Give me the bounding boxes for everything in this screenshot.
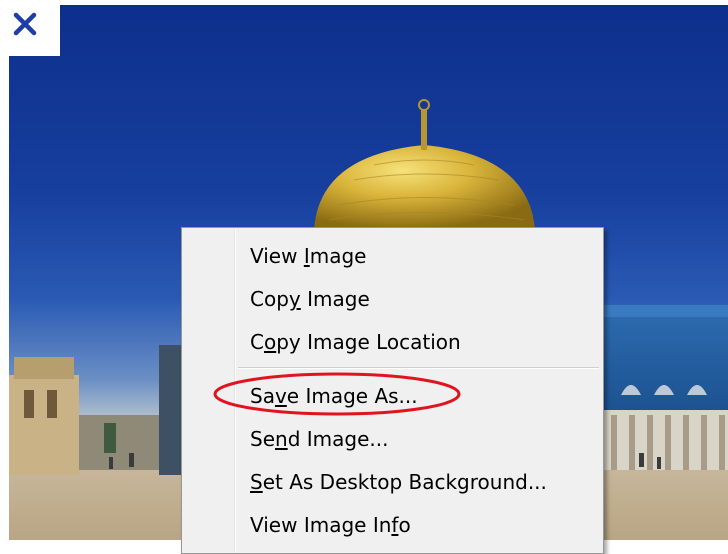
- menu-item-copy-image[interactable]: Copy Image: [182, 279, 603, 319]
- menu-separator: [238, 367, 599, 369]
- context-menu: View Image Copy Image Copy Image Locatio…: [181, 227, 604, 554]
- menu-item-save-image-as[interactable]: Save Image As...: [182, 376, 603, 416]
- close-button[interactable]: [9, 8, 41, 40]
- menu-item-set-desktop-background[interactable]: Set As Desktop Background...: [182, 462, 603, 502]
- close-area: [0, 0, 60, 56]
- close-icon[interactable]: [13, 12, 37, 36]
- menu-item-view-image[interactable]: View Image: [182, 236, 603, 276]
- left-building: [9, 357, 174, 475]
- octagon-building: [604, 305, 728, 470]
- menu-item-copy-image-location[interactable]: Copy Image Location: [182, 322, 603, 362]
- menu-item-send-image[interactable]: Send Image...: [182, 419, 603, 459]
- menu-item-view-image-info[interactable]: View Image Info: [182, 505, 603, 545]
